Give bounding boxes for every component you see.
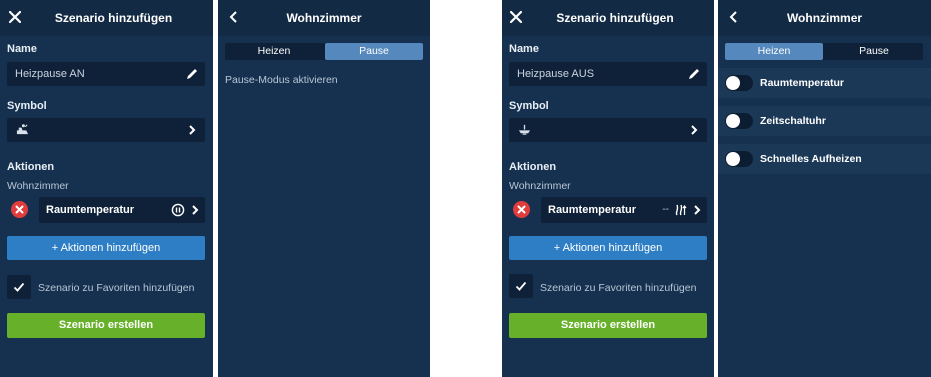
favorites-checkbox[interactable] <box>509 274 533 298</box>
page-title: Wohnzimmer <box>786 11 863 25</box>
toggle-knob <box>726 152 740 166</box>
favorites-checkbox[interactable] <box>7 275 31 299</box>
remove-icon[interactable] <box>513 201 530 218</box>
header: Szenario hinzufügen <box>502 0 714 36</box>
page-title: Wohnzimmer <box>286 11 362 25</box>
toggle-row-zeitschaltuhr: Zeitschaltuhr <box>718 106 931 136</box>
favorites-label: Szenario zu Favoriten hinzufügen <box>540 282 697 294</box>
heat-icon <box>675 204 687 216</box>
remove-icon[interactable] <box>11 201 28 218</box>
mode-segmented-control: Heizen Pause <box>725 43 923 60</box>
room-label: Wohnzimmer <box>7 180 69 192</box>
page-title: Szenario hinzufügen <box>54 11 173 25</box>
chevron-right-icon <box>189 125 196 135</box>
tab-pause[interactable]: Pause <box>325 43 423 60</box>
symbol-selector[interactable] <box>509 118 707 142</box>
toggle-knob <box>726 114 740 128</box>
tab-heizen[interactable]: Heizen <box>725 43 823 60</box>
zeitschaltuhr-toggle[interactable] <box>725 113 753 129</box>
check-icon <box>515 281 527 291</box>
add-actions-button[interactable]: + Aktionen hinzufügen <box>7 236 205 260</box>
action-item[interactable]: Raumtemperatur <box>39 197 205 223</box>
chevron-right-icon <box>691 125 698 135</box>
pencil-icon[interactable] <box>185 67 199 81</box>
action-row: Raumtemperatur <box>11 197 209 223</box>
room-label: Wohnzimmer <box>509 180 571 192</box>
name-field[interactable]: Heizpause AN <box>7 62 205 86</box>
symbol-icon <box>16 124 29 135</box>
action-item[interactable]: Raumtemperatur -- <box>541 197 707 223</box>
toggle-label: Raumtemperatur <box>760 77 845 89</box>
action-value: -- <box>662 204 669 215</box>
schnelles-aufheizen-toggle[interactable] <box>725 151 753 167</box>
header: Wohnzimmer <box>718 0 931 36</box>
actions-label: Aktionen <box>7 161 55 173</box>
check-icon <box>13 282 25 292</box>
add-actions-button[interactable]: + Aktionen hinzufügen <box>509 236 707 260</box>
toggle-knob <box>726 76 740 90</box>
symbol-label: Symbol <box>509 100 549 112</box>
name-value: Heizpause AN <box>15 68 85 80</box>
chevron-right-icon <box>694 205 701 215</box>
header: Szenario hinzufügen <box>0 0 213 36</box>
actions-label: Aktionen <box>509 161 557 173</box>
toggle-label: Schnelles Aufheizen <box>760 153 862 165</box>
chevron-right-icon <box>192 205 199 215</box>
action-item-label: Raumtemperatur <box>46 204 135 216</box>
name-label: Name <box>509 43 539 55</box>
pause-hint: Pause-Modus aktivieren <box>225 74 338 86</box>
scenario-off-screen: Szenario hinzufügen Name Heizpause AUS S… <box>502 0 714 377</box>
create-scenario-button[interactable]: Szenario erstellen <box>509 313 707 338</box>
symbol-icon <box>518 124 531 135</box>
symbol-selector[interactable] <box>7 118 205 142</box>
pencil-icon[interactable] <box>687 67 701 81</box>
pause-icon <box>171 203 185 217</box>
toggle-row-schnelles-aufheizen: Schnelles Aufheizen <box>718 144 931 174</box>
create-scenario-button[interactable]: Szenario erstellen <box>7 313 205 338</box>
tab-heizen[interactable]: Heizen <box>225 43 323 60</box>
action-row: Raumtemperatur -- <box>513 197 711 223</box>
header: Wohnzimmer <box>218 0 430 36</box>
page-title: Szenario hinzufügen <box>556 11 674 25</box>
name-field[interactable]: Heizpause AUS <box>509 62 707 86</box>
raumtemperatur-toggle[interactable] <box>725 75 753 91</box>
mode-segmented-control: Heizen Pause <box>225 43 423 60</box>
toggle-label: Zeitschaltuhr <box>760 115 826 127</box>
scenario-on-screen: Szenario hinzufügen Name Heizpause AN Sy… <box>0 0 213 377</box>
tab-pause[interactable]: Pause <box>825 43 923 60</box>
heating-mode-screen: Wohnzimmer Heizen Pause Raumtemperatur Z… <box>718 0 931 377</box>
name-value: Heizpause AUS <box>517 68 595 80</box>
action-item-label: Raumtemperatur <box>548 204 637 216</box>
name-label: Name <box>7 43 37 55</box>
pause-mode-screen: Wohnzimmer Heizen Pause Pause-Modus akti… <box>218 0 430 377</box>
toggle-row-raumtemperatur: Raumtemperatur <box>718 68 931 98</box>
favorites-label: Szenario zu Favoriten hinzufügen <box>38 282 195 294</box>
symbol-label: Symbol <box>7 100 47 112</box>
